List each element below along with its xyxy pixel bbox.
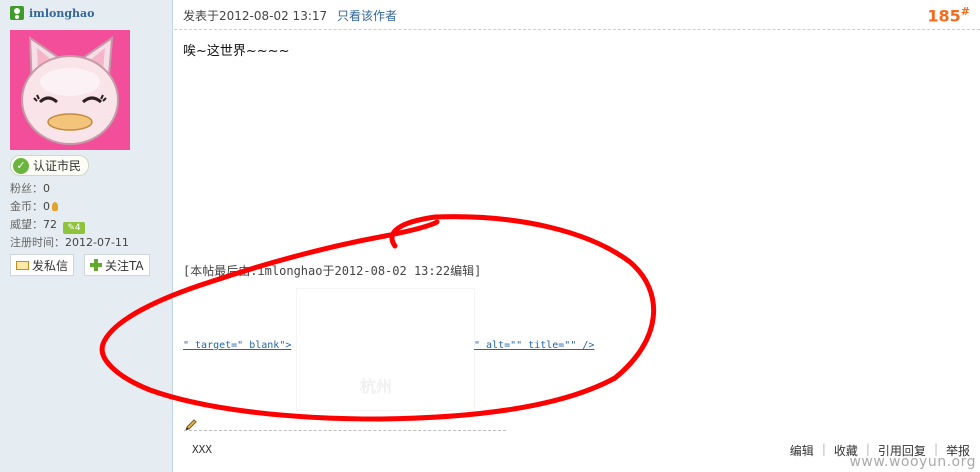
- stat-coins: 金币：0: [10, 198, 58, 214]
- post-content: 发表于2012-08-02 13:17 只看该作者 185# 唉~这世界~~~~…: [174, 0, 980, 472]
- stat-prestige: 威望：72 ✎4: [10, 216, 85, 234]
- check-icon: ✓: [13, 157, 29, 174]
- edit-button[interactable]: 编辑: [790, 442, 814, 459]
- level-icon: ✎4: [63, 222, 85, 234]
- coin-icon: [52, 202, 58, 211]
- plus-icon: [90, 259, 102, 271]
- author-name[interactable]: imlonghao: [29, 7, 94, 20]
- post-meta: 发表于2012-08-02 13:17 只看该作者: [183, 7, 397, 24]
- follow-button[interactable]: 关注TA: [84, 254, 150, 276]
- post-body: 唉~这世界~~~~: [183, 44, 290, 59]
- stat-fans: 粉丝：0: [10, 182, 50, 195]
- user-icon: [10, 6, 24, 20]
- signature: XXX: [192, 443, 212, 456]
- mail-icon: [16, 260, 29, 270]
- divider: [174, 29, 980, 30]
- user-sidebar: imlonghao ✓ 认证市民 粉丝：0 金币：0 威望：72 ✎4 注册时间：…: [0, 0, 173, 472]
- verified-badge[interactable]: ✓ 认证市民: [10, 155, 90, 176]
- signature-divider: [184, 430, 506, 431]
- author-name-row: imlonghao: [10, 6, 94, 20]
- action-separator: |: [821, 442, 826, 456]
- watermark: www.wooyun.org: [849, 454, 976, 470]
- html-fragment-link-right[interactable]: " alt="" title="" />: [474, 340, 594, 351]
- edit-note: [本帖最后由:imlonghao于2012-08-02 13:22编辑]: [183, 264, 482, 278]
- stat-registered: 注册时间：2012-07-11: [10, 236, 129, 249]
- floor-number[interactable]: 185#: [927, 5, 970, 25]
- image-caption: 杭州: [360, 377, 393, 396]
- avatar-image: [10, 30, 130, 150]
- send-message-button[interactable]: 发私信: [10, 254, 75, 276]
- html-fragment-link-left[interactable]: " target=" blank">: [183, 340, 291, 351]
- author-only-link[interactable]: 只看该作者: [337, 9, 397, 23]
- avatar[interactable]: [10, 30, 130, 150]
- post-time: 发表于2012-08-02 13:17: [183, 9, 328, 23]
